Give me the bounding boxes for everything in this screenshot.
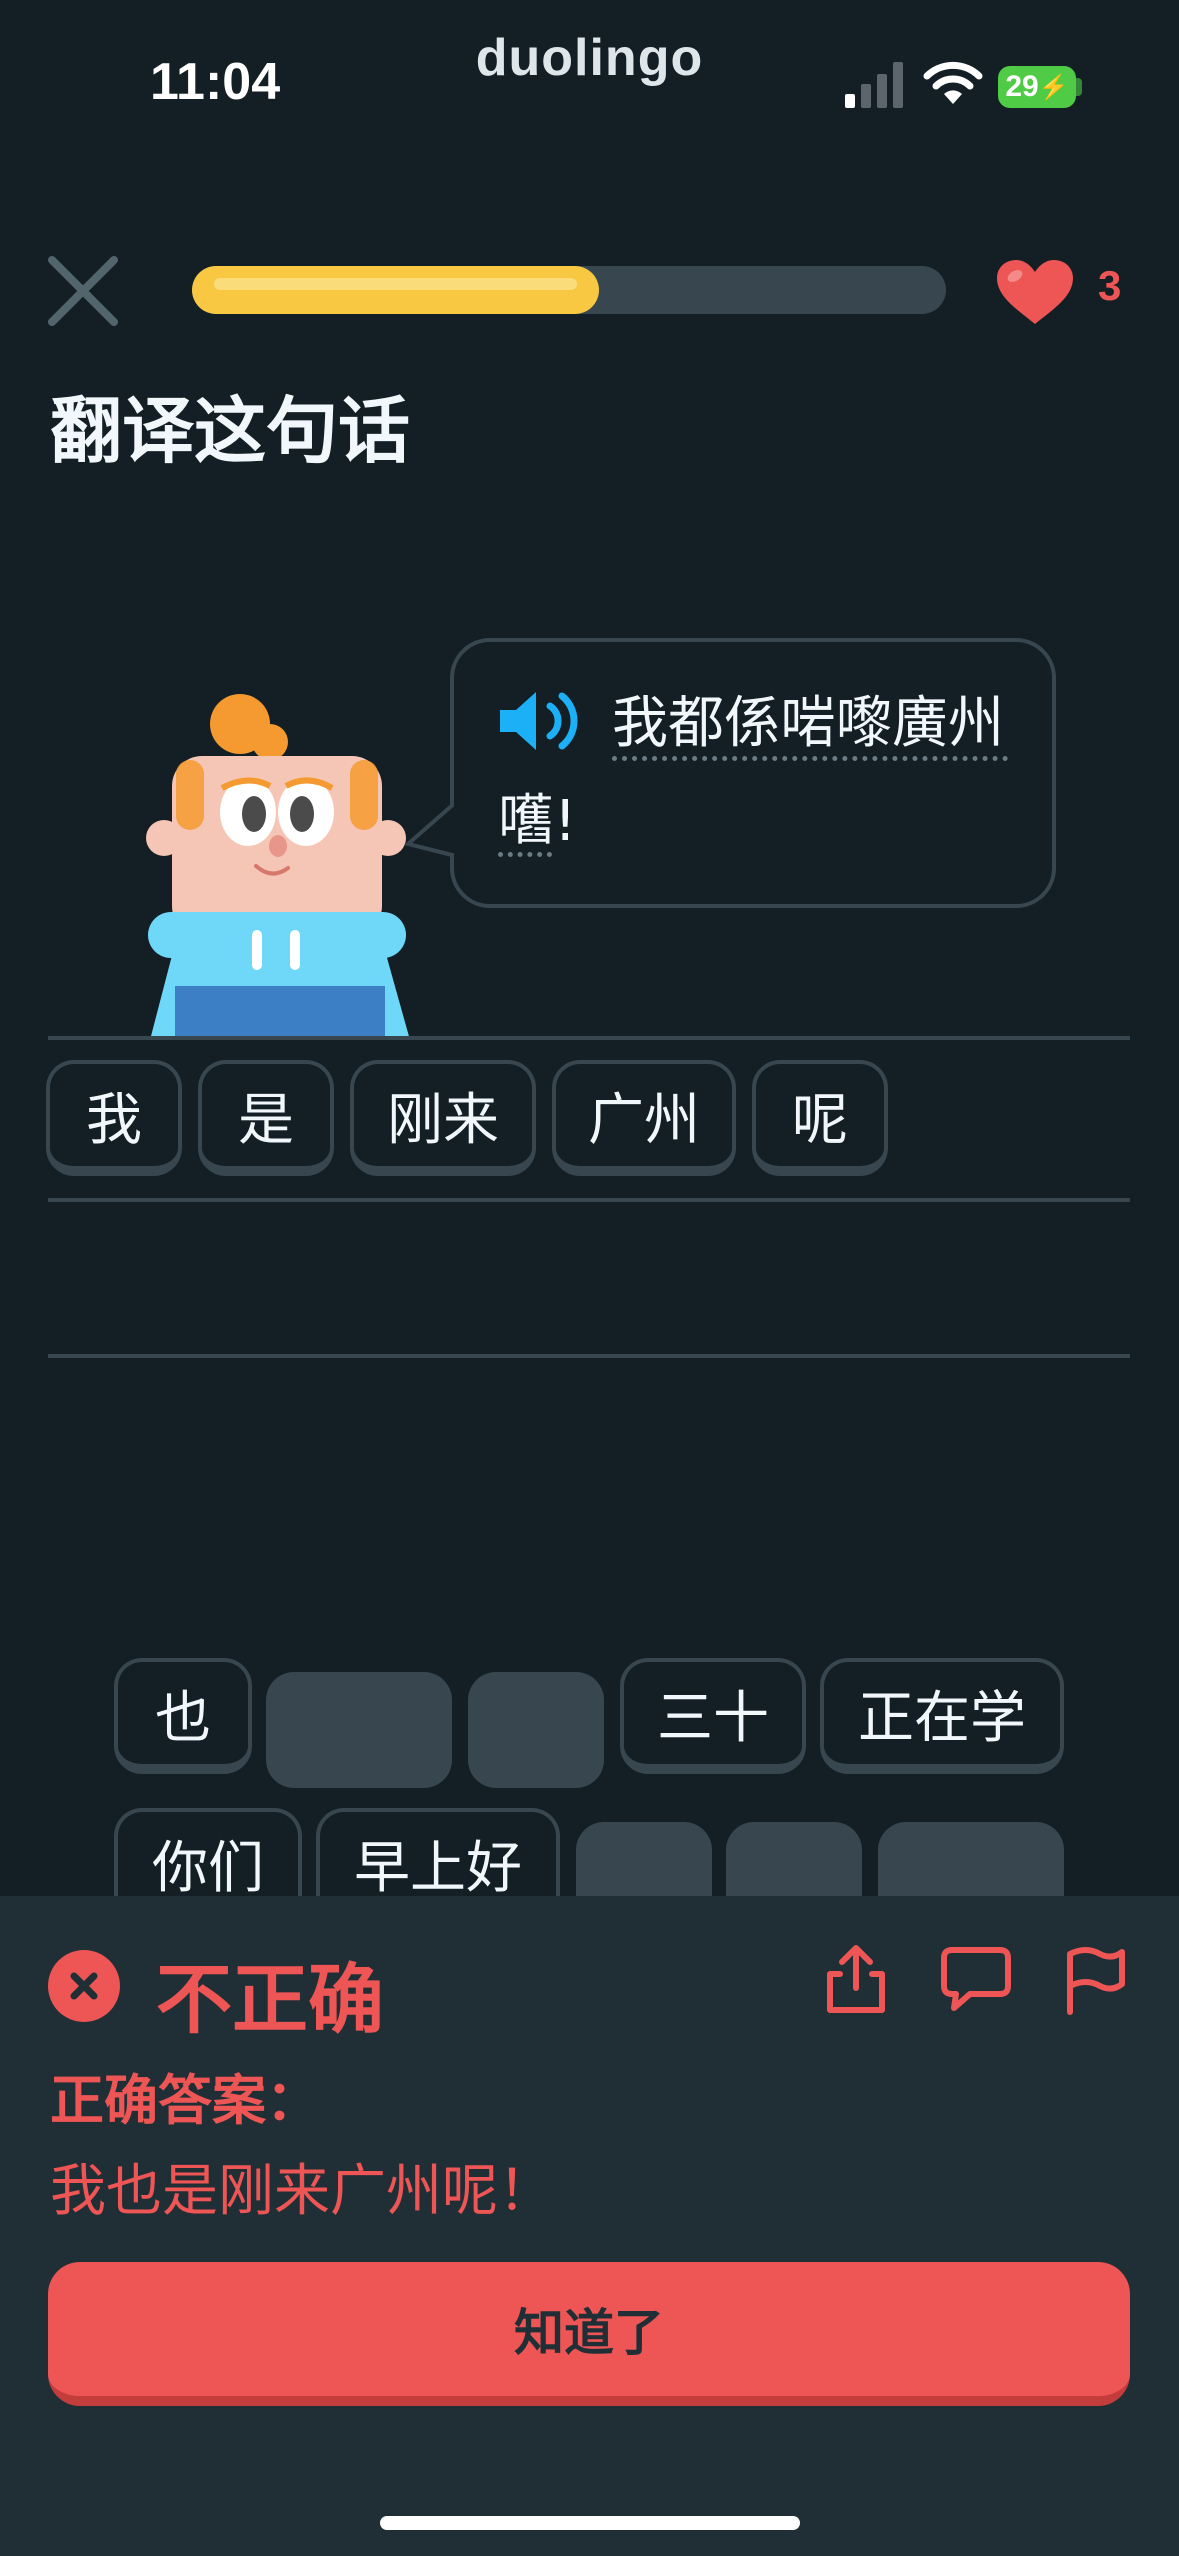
cellular-signal-icon	[845, 62, 903, 108]
word-bank-tile-placeholder	[266, 1672, 452, 1788]
continue-button[interactable]: 知道了	[48, 2262, 1130, 2406]
report-flag-icon[interactable]	[1062, 1944, 1128, 2016]
lesson-progress-bar	[192, 266, 946, 314]
battery-indicator: 29 ⚡	[998, 66, 1076, 108]
answer-tile[interactable]: 广州	[552, 1060, 736, 1176]
charging-bolt-icon: ⚡	[1038, 73, 1069, 101]
hint-underline	[612, 756, 1008, 761]
correct-answer-text: 我也是刚来广州呢！	[50, 2159, 554, 2224]
word-bank-tile[interactable]: 三十	[620, 1658, 806, 1774]
word-bank-tile[interactable]: 正在学	[820, 1658, 1064, 1774]
page-title: 翻译这句话	[50, 389, 411, 473]
wifi-icon	[923, 61, 983, 104]
sentence-line-1[interactable]: 我都係啱嚟廣州	[612, 678, 1004, 759]
comment-icon[interactable]	[940, 1946, 1012, 2012]
answer-tile[interactable]: 是	[198, 1060, 334, 1176]
sentence-line-2[interactable]: 嚿!	[498, 776, 576, 857]
hint-underline	[498, 852, 552, 857]
answer-tile[interactable]: 我	[46, 1060, 182, 1176]
speech-bubble-tail	[404, 800, 462, 860]
word-bank-tile-placeholder	[468, 1672, 604, 1788]
heart-icon	[997, 260, 1073, 324]
incorrect-icon	[48, 1950, 120, 2022]
close-icon[interactable]	[44, 252, 122, 330]
answer-line	[48, 1036, 1130, 1040]
answer-line	[48, 1354, 1130, 1358]
character-illustration	[146, 694, 410, 1040]
speaker-icon[interactable]	[496, 688, 580, 754]
share-icon[interactable]	[822, 1944, 890, 2016]
home-indicator[interactable]	[380, 2516, 800, 2530]
word-bank-tile[interactable]: 也	[114, 1658, 252, 1774]
progress-fill	[192, 266, 599, 314]
battery-level: 29	[1005, 70, 1039, 103]
answer-line	[48, 1198, 1130, 1202]
hearts-count: 3	[1098, 262, 1122, 309]
answer-tile[interactable]: 刚来	[350, 1060, 536, 1176]
answer-tile[interactable]: 呢	[752, 1060, 888, 1176]
battery-nub	[1076, 78, 1082, 96]
progress-highlight	[214, 278, 577, 290]
close-icon	[70, 1972, 98, 2000]
feedback-title: 不正确	[156, 1955, 384, 2044]
correct-answer-label: 正确答案：	[50, 2069, 320, 2132]
